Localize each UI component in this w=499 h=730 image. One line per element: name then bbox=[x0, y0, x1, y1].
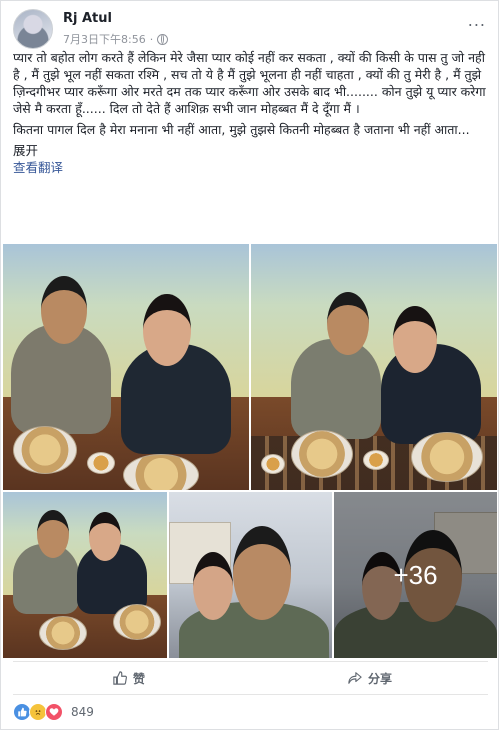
dot-separator: · bbox=[149, 32, 154, 46]
reactions-summary[interactable]: 849 bbox=[13, 701, 94, 723]
avatar[interactable] bbox=[13, 9, 53, 49]
author-name[interactable]: Rj Atul bbox=[63, 11, 112, 26]
person-head bbox=[193, 552, 233, 620]
photo-5[interactable]: +36 bbox=[334, 492, 497, 658]
action-bar: 赞 分享 bbox=[13, 661, 488, 695]
person-man bbox=[291, 339, 381, 439]
photo-grid: +36 bbox=[3, 244, 497, 658]
food-plate bbox=[113, 604, 161, 640]
post-header: Rj Atul 7月3日下午8:56 · ... bbox=[13, 9, 488, 49]
post-meta: 7月3日下午8:56 · bbox=[63, 31, 169, 47]
thumbs-up-icon bbox=[113, 671, 127, 685]
person-head bbox=[327, 292, 369, 355]
food-plate bbox=[411, 432, 483, 482]
photo-4[interactable] bbox=[169, 492, 332, 658]
photo-1[interactable] bbox=[3, 244, 249, 490]
see-translation-link[interactable]: 查看翻译 bbox=[13, 159, 488, 176]
share-label: 分享 bbox=[368, 671, 393, 686]
see-more-link[interactable]: 展开 bbox=[13, 142, 488, 159]
person-head bbox=[393, 306, 437, 373]
person-head bbox=[233, 526, 291, 620]
timestamp[interactable]: 7月3日下午8:56 bbox=[63, 31, 146, 47]
more-options-button[interactable]: ... bbox=[468, 11, 486, 30]
share-button[interactable]: 分享 bbox=[348, 662, 392, 694]
post-paragraph-2: कितना पागल दिल है मेरा मनाना भी नहीं आता… bbox=[13, 122, 470, 137]
food-plate bbox=[39, 616, 87, 650]
person-head bbox=[41, 276, 87, 344]
photo-3[interactable] bbox=[3, 492, 167, 658]
post-card: Rj Atul 7月3日下午8:56 · ... प्यार तो बहोत ल… bbox=[0, 0, 499, 730]
reaction-count: 849 bbox=[71, 705, 94, 719]
post-paragraph-1: प्यार तो बहोत लोग करते हैं लेकिन मेरे जै… bbox=[13, 50, 486, 116]
food-bowl bbox=[87, 452, 115, 474]
more-photos-overlay[interactable]: +36 bbox=[334, 492, 497, 658]
photo-2[interactable] bbox=[251, 244, 497, 490]
person-head bbox=[143, 294, 191, 366]
person-head bbox=[37, 510, 69, 558]
love-icon bbox=[45, 703, 63, 721]
like-label: 赞 bbox=[133, 671, 146, 686]
food-plate bbox=[13, 426, 77, 474]
person-head bbox=[89, 512, 121, 561]
food-plate bbox=[123, 454, 199, 490]
food-bowl bbox=[261, 454, 285, 474]
like-button[interactable]: 赞 bbox=[113, 662, 145, 694]
food-bowl bbox=[363, 450, 389, 470]
share-arrow-icon bbox=[348, 672, 362, 684]
post-body: प्यार तो बहोत लोग करते हैं लेकिन मेरे जै… bbox=[13, 49, 488, 176]
food-plate bbox=[291, 430, 353, 478]
more-photos-count: +36 bbox=[393, 559, 438, 590]
globe-icon bbox=[157, 33, 169, 45]
